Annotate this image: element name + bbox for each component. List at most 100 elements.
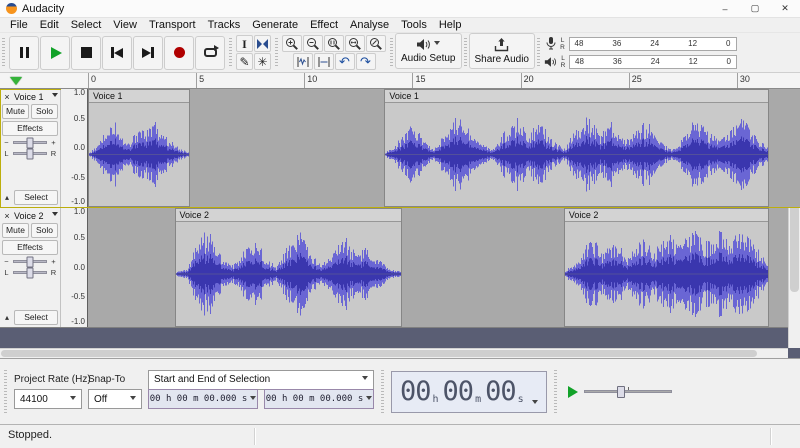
effects-button[interactable]: Effects [2, 121, 58, 136]
audio-setup-button[interactable]: Audio Setup [395, 33, 462, 69]
share-audio-button[interactable]: Share Audio [468, 33, 535, 69]
menu-view[interactable]: View [107, 18, 143, 33]
minimize-button[interactable]: – [710, 0, 740, 18]
horizontal-scrollbar[interactable] [0, 348, 788, 358]
gain-slider-thumb[interactable] [26, 137, 34, 148]
close-button[interactable]: ✕ [770, 0, 800, 18]
pan-slider-thumb[interactable] [26, 267, 34, 278]
gain-slider[interactable] [13, 256, 47, 267]
gain-slider[interactable] [13, 137, 47, 148]
toolbar-grip[interactable] [275, 38, 278, 67]
solo-button[interactable]: Solo [31, 223, 58, 238]
vertical-scale-ruler[interactable]: 1.0 0.5 0.0 -0.5 -1.0 [61, 208, 88, 327]
toolbar-grip[interactable] [2, 38, 5, 67]
audio-clip[interactable]: Voice 2 [563, 208, 770, 327]
toolbar-grip[interactable] [390, 38, 393, 67]
selection-tool-button[interactable]: I [236, 35, 253, 52]
pan-slider[interactable] [13, 267, 47, 278]
undo-button[interactable]: ↶ [334, 53, 355, 70]
menu-select[interactable]: Select [65, 18, 108, 33]
play-speed-slider[interactable] [583, 385, 672, 398]
collapse-track-button[interactable]: ▴ [2, 313, 12, 322]
clip-header[interactable]: Voice 2 [175, 209, 401, 222]
timeline-ruler[interactable]: 0 5 10 15 20 25 30 [0, 73, 800, 89]
toolbar-grip[interactable] [4, 369, 7, 414]
fit-project-button[interactable] [345, 35, 365, 52]
clip-waveform[interactable] [564, 222, 768, 326]
toolbar-grip[interactable] [537, 38, 540, 67]
mute-button[interactable]: Mute [2, 223, 29, 238]
clip-waveform[interactable] [385, 103, 769, 206]
menu-analyse[interactable]: Analyse [344, 18, 395, 33]
trim-audio-button[interactable] [292, 53, 313, 70]
track-name[interactable]: Voice 2 [14, 211, 50, 221]
solo-button[interactable]: Solo [31, 104, 58, 119]
mute-button[interactable]: Mute [2, 104, 29, 119]
toolbar-grip[interactable] [463, 38, 467, 67]
vertical-scale-ruler[interactable]: 1.0 0.5 0.0 -0.5 -1.0 [61, 89, 88, 207]
zoom-in-button[interactable] [282, 35, 302, 52]
envelope-tool-button[interactable] [254, 35, 271, 52]
clip-header[interactable]: Voice 2 [564, 209, 769, 222]
track-content[interactable]: Voice 2 Voice 2 [88, 208, 800, 327]
speed-slider-thumb[interactable] [616, 385, 625, 398]
audio-clip[interactable]: Voice 1 [384, 89, 770, 207]
multi-tool-button[interactable]: ✳ [254, 53, 271, 70]
recording-meter[interactable]: LR 48 36 24 12 0 [545, 35, 737, 52]
zoom-toggle-button[interactable] [366, 35, 386, 52]
record-button[interactable] [164, 35, 194, 70]
collapse-track-button[interactable]: ▴ [2, 193, 12, 202]
select-track-button[interactable]: Select [14, 310, 58, 325]
select-track-button[interactable]: Select [14, 190, 58, 205]
clip-header[interactable]: Voice 1 [89, 90, 189, 103]
clip-header[interactable]: Voice 1 [385, 90, 769, 103]
menu-tracks[interactable]: Tracks [202, 18, 247, 33]
pan-slider-thumb[interactable] [26, 148, 34, 159]
selection-start-field[interactable]: 00 h 00 m 00.000 s [148, 389, 258, 409]
selection-end-field[interactable]: 00 h 00 m 00.000 s [264, 389, 374, 409]
clip-waveform[interactable] [89, 103, 189, 206]
audio-position-display[interactable]: 00 h 00 m 00 s [391, 370, 547, 413]
menu-help[interactable]: Help [433, 18, 468, 33]
menu-edit[interactable]: Edit [34, 18, 65, 33]
zoom-out-button[interactable] [303, 35, 323, 52]
audio-clip[interactable]: Voice 1 [88, 89, 190, 207]
menu-generate[interactable]: Generate [246, 18, 304, 33]
menu-tools[interactable]: Tools [395, 18, 433, 33]
horizontal-scrollbar-thumb[interactable] [1, 350, 758, 357]
track-menu-caret-icon[interactable] [52, 212, 58, 219]
recording-meter-bar[interactable]: 48 36 24 12 0 [568, 36, 737, 51]
skip-to-end-button[interactable] [133, 35, 163, 70]
selection-mode-dropdown[interactable]: Start and End of Selection [148, 369, 374, 390]
menu-file[interactable]: File [4, 18, 34, 33]
pause-button[interactable] [9, 35, 39, 70]
maximize-button[interactable]: ▢ [740, 0, 770, 18]
play-button[interactable] [40, 35, 70, 70]
gain-slider-thumb[interactable] [26, 256, 34, 267]
track-content[interactable]: Voice 1 Voice 1 [88, 89, 800, 207]
toolbar-grip[interactable] [381, 369, 384, 414]
playback-meter-bar[interactable]: 48 36 24 12 0 [569, 54, 737, 69]
playhead-marker-icon[interactable] [10, 77, 22, 85]
toolbar-grip[interactable] [553, 369, 557, 414]
draw-tool-button[interactable]: ✎ [236, 53, 253, 70]
playback-meter[interactable]: LR 48 36 24 12 0 [544, 53, 737, 70]
track-name[interactable]: Voice 1 [14, 92, 50, 102]
audio-clip[interactable]: Voice 2 [174, 208, 402, 327]
effects-button[interactable]: Effects [2, 240, 58, 255]
menu-effect[interactable]: Effect [304, 18, 344, 33]
track-menu-caret-icon[interactable] [52, 93, 58, 100]
toolbar-grip[interactable] [229, 38, 232, 67]
stop-button[interactable] [71, 35, 101, 70]
fit-selection-button[interactable] [324, 35, 344, 52]
play-at-speed-icon[interactable] [567, 385, 578, 398]
project-rate-dropdown[interactable]: 44100 [14, 389, 82, 409]
pan-slider[interactable] [13, 148, 47, 159]
track-close-button[interactable]: × [2, 91, 12, 102]
loop-button[interactable] [195, 35, 225, 70]
snap-to-dropdown[interactable]: Off [88, 389, 142, 409]
skip-to-start-button[interactable] [102, 35, 132, 70]
clip-waveform[interactable] [175, 222, 401, 326]
menu-transport[interactable]: Transport [143, 18, 202, 33]
silence-audio-button[interactable] [313, 53, 334, 70]
